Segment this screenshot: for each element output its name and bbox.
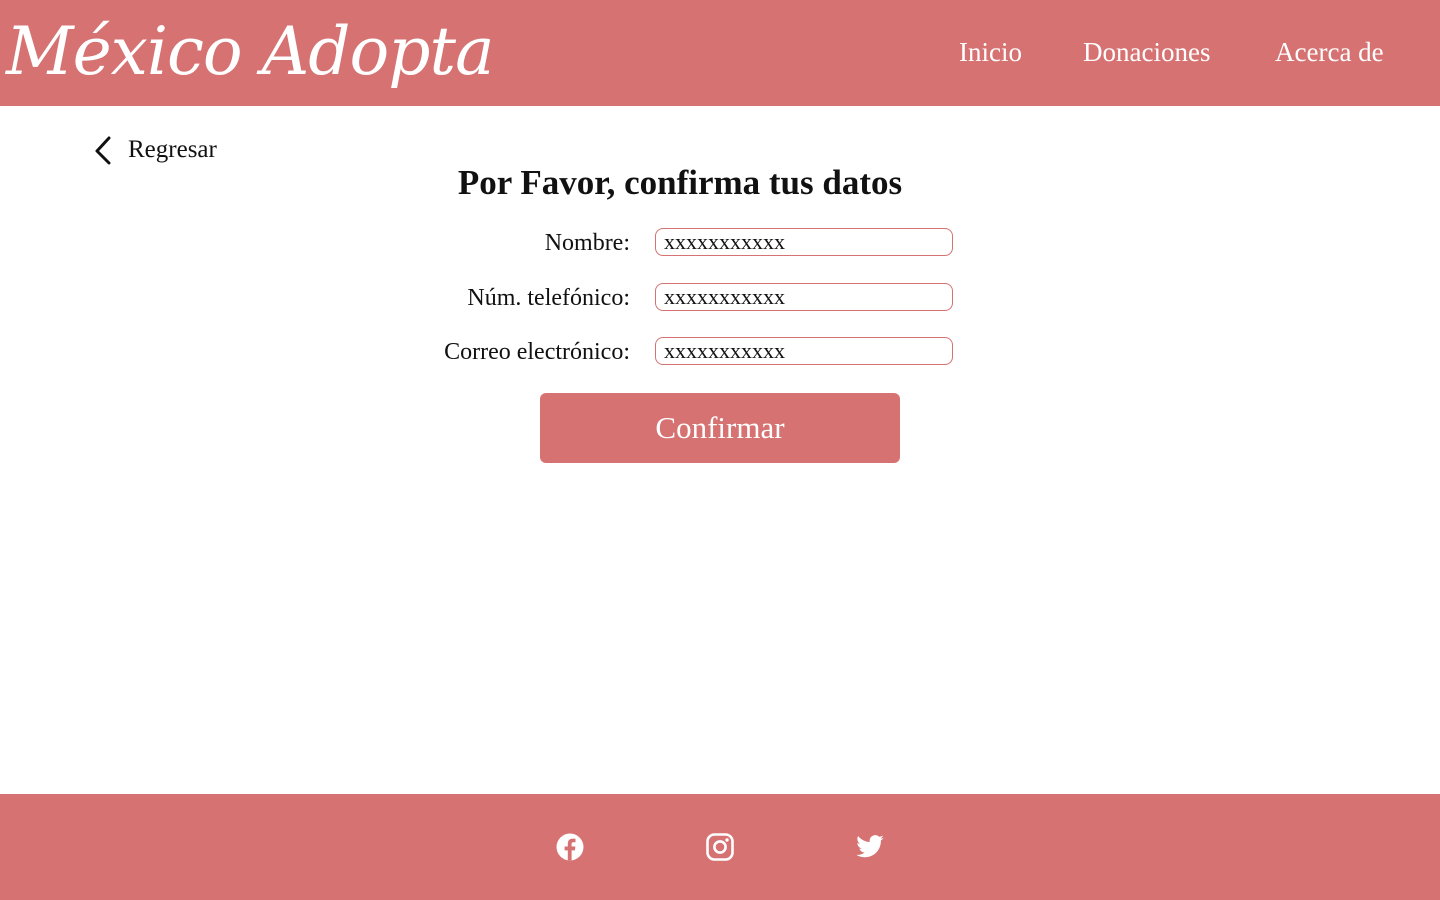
site-logo[interactable]: México Adopta [6, 8, 494, 96]
chevron-left-icon [92, 132, 114, 168]
twitter-icon[interactable] [855, 832, 885, 862]
confirm-button[interactable]: Confirmar [540, 393, 900, 463]
nombre-field[interactable] [655, 228, 953, 256]
footer-bar [0, 794, 1440, 900]
correo-label: Correo electrónico: [444, 339, 630, 365]
page: México Adopta Inicio Donaciones Acerca d… [0, 0, 1440, 900]
facebook-icon[interactable] [555, 832, 585, 862]
telefono-label: Núm. telefónico: [467, 285, 630, 311]
nav-item-acerca-de[interactable]: Acerca de [1275, 34, 1384, 70]
header-bar: México Adopta Inicio Donaciones Acerca d… [0, 0, 1440, 106]
nav-item-inicio[interactable]: Inicio [959, 34, 1022, 70]
telefono-field[interactable] [655, 283, 953, 311]
instagram-icon[interactable] [705, 832, 735, 862]
nav-item-donaciones[interactable]: Donaciones [1083, 34, 1210, 70]
page-title: Por Favor, confirma tus datos [457, 163, 903, 202]
nombre-label: Nombre: [544, 230, 630, 256]
back-link[interactable]: Regresar [92, 132, 217, 168]
back-label: Regresar [128, 136, 217, 163]
correo-field[interactable] [655, 337, 953, 365]
